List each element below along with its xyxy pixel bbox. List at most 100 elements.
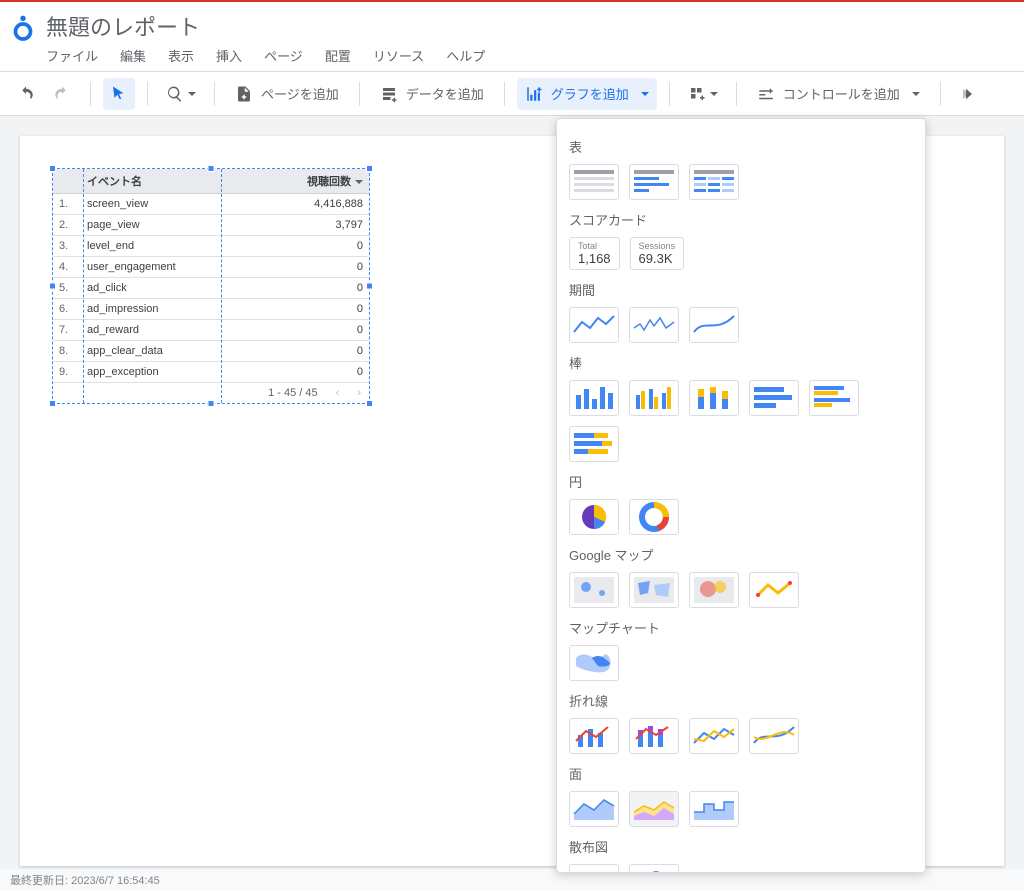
- chart-gmap-bubble[interactable]: [569, 572, 619, 608]
- row-value: 4,416,888: [253, 194, 369, 215]
- last-updated: 最終更新日: 2023/6/7 16:54:45: [10, 872, 160, 888]
- chart-table[interactable]: [569, 164, 619, 200]
- chart-timeseries[interactable]: [569, 307, 619, 343]
- table-widget[interactable]: イベント名 視聴回数 1.screen_view4,416,8882.page_…: [52, 168, 370, 404]
- chart-scatter[interactable]: [569, 864, 619, 872]
- table-row[interactable]: 2.page_view3,797: [53, 215, 369, 236]
- chart-bubble[interactable]: [629, 864, 679, 872]
- chart-combo[interactable]: [569, 718, 619, 754]
- menu-resource[interactable]: リソース: [373, 46, 424, 65]
- row-name: user_engagement: [81, 257, 253, 278]
- menu-help[interactable]: ヘルプ: [446, 46, 485, 65]
- row-value: 0: [253, 278, 369, 299]
- chart-bar-horizontal-stk[interactable]: [569, 426, 619, 462]
- table-row[interactable]: 3.level_end0: [53, 236, 369, 257]
- chart-geo[interactable]: [569, 645, 619, 681]
- section-gmaps: Google マップ: [569, 545, 913, 564]
- community-viz-button[interactable]: [682, 78, 724, 110]
- chart-table-heatmap[interactable]: [689, 164, 739, 200]
- row-name: app_exception: [81, 362, 253, 383]
- chart-line[interactable]: [689, 718, 739, 754]
- col-header-index[interactable]: [53, 169, 81, 194]
- chart-gmap-filled[interactable]: [629, 572, 679, 608]
- chart-bar-column-grouped[interactable]: [629, 380, 679, 416]
- col-header-metric[interactable]: 視聴回数: [253, 169, 369, 194]
- chart-area-stacked[interactable]: [629, 791, 679, 827]
- chart-gmap-heatmap[interactable]: [689, 572, 739, 608]
- chart-pie[interactable]: [569, 499, 619, 535]
- add-chart-label: グラフを追加: [551, 84, 629, 103]
- chart-line-smooth[interactable]: [749, 718, 799, 754]
- chart-gmap-line[interactable]: [749, 572, 799, 608]
- row-index: 4.: [53, 257, 81, 278]
- add-control-label: コントロールを追加: [783, 84, 900, 103]
- row-name: screen_view: [81, 194, 253, 215]
- section-table: 表: [569, 137, 913, 156]
- section-scorecard: スコアカード: [569, 210, 913, 229]
- table-row[interactable]: 9.app_exception0: [53, 362, 369, 383]
- add-chart-dropdown: 表 スコアカード Total 1,168 Sessions 69.3K 期間 棒: [556, 118, 926, 873]
- menubar: ファイル 編集 表示 挿入 ページ 配置 リソース ヘルプ: [46, 46, 485, 65]
- table-row[interactable]: 5.ad_click0: [53, 278, 369, 299]
- menu-edit[interactable]: 編集: [120, 46, 146, 65]
- row-index: 1.: [53, 194, 81, 215]
- row-index: 8.: [53, 341, 81, 362]
- toolbar: ページを追加 データを追加 グラフを追加 コントロールを追加: [0, 72, 1024, 116]
- row-name: app_clear_data: [81, 341, 253, 362]
- row-value: 3,797: [253, 215, 369, 236]
- add-data-button[interactable]: データを追加: [372, 78, 492, 110]
- chart-timeseries-spark[interactable]: [629, 307, 679, 343]
- col-header-dimension[interactable]: イベント名: [81, 169, 253, 194]
- menu-file[interactable]: ファイル: [46, 46, 98, 65]
- table-row[interactable]: 7.ad_reward0: [53, 320, 369, 341]
- row-index: 6.: [53, 299, 81, 320]
- doc-title[interactable]: 無題のレポート: [46, 10, 485, 42]
- chart-bar-column[interactable]: [569, 380, 619, 416]
- chart-area-step[interactable]: [689, 791, 739, 827]
- row-value: 0: [253, 236, 369, 257]
- chart-bar-horizontal[interactable]: [749, 380, 799, 416]
- menu-insert[interactable]: 挿入: [216, 46, 242, 65]
- menu-arrange[interactable]: 配置: [325, 46, 351, 65]
- row-index: 2.: [53, 215, 81, 236]
- chart-bar-column-stacked[interactable]: [689, 380, 739, 416]
- chart-table-bars[interactable]: [629, 164, 679, 200]
- add-chart-button[interactable]: グラフを追加: [517, 78, 657, 110]
- add-page-button[interactable]: ページを追加: [227, 78, 347, 110]
- app-logo: [8, 14, 38, 44]
- chart-scorecard[interactable]: Total 1,168: [569, 237, 620, 270]
- dropdown-scroll[interactable]: 表 スコアカード Total 1,168 Sessions 69.3K 期間 棒: [557, 119, 925, 872]
- section-pie: 円: [569, 472, 913, 491]
- pager-prev[interactable]: ‹: [336, 387, 340, 399]
- menu-view[interactable]: 表示: [168, 46, 194, 65]
- chart-donut[interactable]: [629, 499, 679, 535]
- row-name: page_view: [81, 215, 253, 236]
- chart-combo-stack[interactable]: [629, 718, 679, 754]
- row-value: 0: [253, 299, 369, 320]
- chart-scorecard-compact[interactable]: Sessions 69.3K: [630, 237, 685, 270]
- chart-bar-horizontal-grp[interactable]: [809, 380, 859, 416]
- menu-page[interactable]: ページ: [264, 46, 303, 65]
- table-row[interactable]: 6.ad_impression0: [53, 299, 369, 320]
- row-name: ad_impression: [81, 299, 253, 320]
- row-value: 0: [253, 362, 369, 383]
- table-row[interactable]: 8.app_clear_data0: [53, 341, 369, 362]
- chart-area[interactable]: [569, 791, 619, 827]
- row-value: 0: [253, 341, 369, 362]
- pager-next[interactable]: ›: [357, 387, 361, 399]
- table-row[interactable]: 1.screen_view4,416,888: [53, 194, 369, 215]
- section-area: 面: [569, 764, 913, 783]
- select-tool[interactable]: [103, 78, 135, 110]
- add-control-button[interactable]: コントロールを追加: [749, 78, 928, 110]
- row-value: 0: [253, 320, 369, 341]
- row-name: ad_reward: [81, 320, 253, 341]
- row-value: 0: [253, 257, 369, 278]
- chart-timeseries-smooth[interactable]: [689, 307, 739, 343]
- zoom-button[interactable]: [160, 78, 202, 110]
- more-tools-button[interactable]: [953, 78, 985, 110]
- redo-button[interactable]: [46, 78, 78, 110]
- pager-range: 1 - 45 / 45: [268, 387, 318, 399]
- undo-button[interactable]: [10, 78, 42, 110]
- section-scatter: 散布図: [569, 837, 913, 856]
- table-row[interactable]: 4.user_engagement0: [53, 257, 369, 278]
